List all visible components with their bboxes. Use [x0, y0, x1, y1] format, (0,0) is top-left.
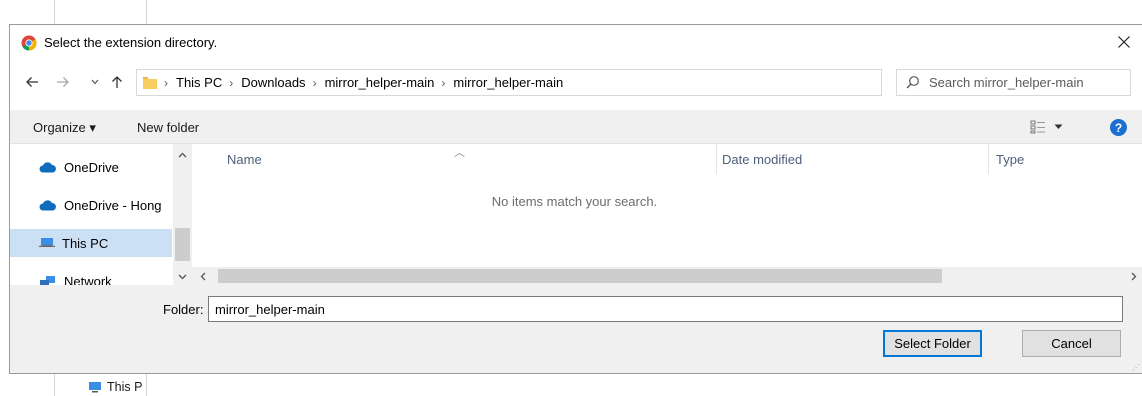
breadcrumb-separator: ›: [312, 75, 317, 90]
breadcrumb-separator: ›: [164, 75, 168, 90]
new-folder-button[interactable]: New folder: [137, 120, 199, 135]
navigation-bar: › This PC › Downloads › mirror_helper-ma…: [10, 65, 1142, 99]
breadcrumb-mirror-helper-main[interactable]: mirror_helper-main: [325, 75, 435, 90]
navigation-pane-scrollbar[interactable]: [173, 144, 192, 285]
chevron-down-icon: [91, 79, 99, 85]
close-icon: [1118, 36, 1130, 48]
file-list[interactable]: ︿ Name Date modified Type No items match…: [192, 144, 1142, 267]
sidebar-item-label: Network: [64, 273, 112, 286]
folder-picker-dialog: Select the extension directory. › This P…: [9, 24, 1142, 374]
search-icon: [906, 76, 919, 89]
view-options-icon: [1030, 120, 1045, 134]
breadcrumb-downloads[interactable]: Downloads: [241, 75, 305, 90]
navigation-pane-scroll-thumb[interactable]: [175, 228, 190, 261]
search-placeholder: Search mirror_helper-main: [929, 75, 1084, 90]
back-button[interactable]: [22, 72, 42, 92]
folder-name-input[interactable]: [208, 296, 1123, 322]
forward-button[interactable]: [53, 72, 73, 92]
command-toolbar: Organize ▾ New folder ?: [10, 110, 1142, 144]
column-divider[interactable]: [716, 144, 717, 174]
sidebar-item-network[interactable]: Network: [10, 267, 172, 285]
column-header-type[interactable]: Type: [996, 152, 1024, 167]
navigation-pane: OneDrive OneDrive - Hong This PC Network: [10, 144, 175, 285]
folder-icon: [143, 77, 157, 89]
sidebar-item-label: OneDrive - Hong: [64, 197, 162, 213]
dialog-footer: Folder: Select Folder Cancel ⋰: [10, 285, 1142, 373]
sidebar-item-label: This PC: [62, 235, 109, 251]
file-list-scroll-thumb[interactable]: [218, 269, 942, 283]
network-icon: [40, 276, 55, 285]
breadcrumb-mirror-helper-main-current[interactable]: mirror_helper-main: [453, 75, 563, 90]
chevron-down-icon: [1054, 124, 1063, 129]
scroll-up-arrow-icon[interactable]: [173, 146, 192, 163]
resize-grip-icon[interactable]: ⋰: [1132, 363, 1140, 372]
back-arrow-icon: [26, 77, 38, 87]
sort-ascending-icon: ︿: [454, 147, 465, 159]
empty-folder-message: No items match your search.: [491, 194, 658, 209]
column-divider[interactable]: [988, 144, 989, 174]
select-folder-button[interactable]: Select Folder: [883, 330, 982, 357]
title-bar: Select the extension directory.: [10, 25, 1142, 61]
address-bar[interactable]: › This PC › Downloads › mirror_helper-ma…: [136, 69, 994, 96]
help-icon: ?: [1114, 120, 1123, 135]
file-list-horizontal-scrollbar[interactable]: [192, 267, 1142, 285]
background-this-pc-item: This P: [88, 378, 142, 396]
scroll-left-arrow-icon[interactable]: [194, 267, 212, 285]
cloud-icon: [39, 161, 56, 172]
breadcrumb-separator: ›: [441, 75, 446, 90]
up-button[interactable]: [108, 72, 126, 92]
cancel-button[interactable]: Cancel: [1022, 330, 1121, 357]
scroll-down-arrow-icon[interactable]: [173, 268, 192, 285]
sidebar-item-onedrive-hong[interactable]: OneDrive - Hong: [10, 191, 172, 219]
column-header-date-modified[interactable]: Date modified: [722, 152, 802, 167]
computer-icon: [89, 382, 101, 393]
column-header-name[interactable]: Name: [227, 152, 262, 167]
help-button[interactable]: ?: [1110, 119, 1127, 136]
forward-arrow-icon: [57, 77, 69, 87]
recent-locations-button[interactable]: [88, 72, 102, 92]
view-options-button[interactable]: [1030, 119, 1063, 135]
sidebar-item-label: OneDrive: [64, 159, 119, 175]
computer-icon: [39, 238, 55, 247]
sidebar-item-onedrive[interactable]: OneDrive: [10, 153, 172, 181]
close-button[interactable]: [1106, 25, 1142, 59]
chrome-icon: [21, 35, 37, 51]
cloud-icon: [39, 199, 56, 210]
sidebar-item-this-pc[interactable]: This PC: [10, 229, 172, 257]
search-box[interactable]: Search mirror_helper-main: [896, 69, 1131, 96]
folder-label: Folder:: [163, 302, 204, 317]
dialog-title: Select the extension directory.: [44, 35, 218, 50]
breadcrumb-this-pc[interactable]: This PC: [176, 75, 222, 90]
scroll-right-arrow-icon[interactable]: [1125, 267, 1142, 285]
background-item-label: This P: [107, 380, 143, 394]
up-arrow-icon: [112, 76, 122, 88]
breadcrumb-separator: ›: [229, 75, 234, 90]
organize-menu-button[interactable]: Organize ▾: [33, 120, 96, 136]
